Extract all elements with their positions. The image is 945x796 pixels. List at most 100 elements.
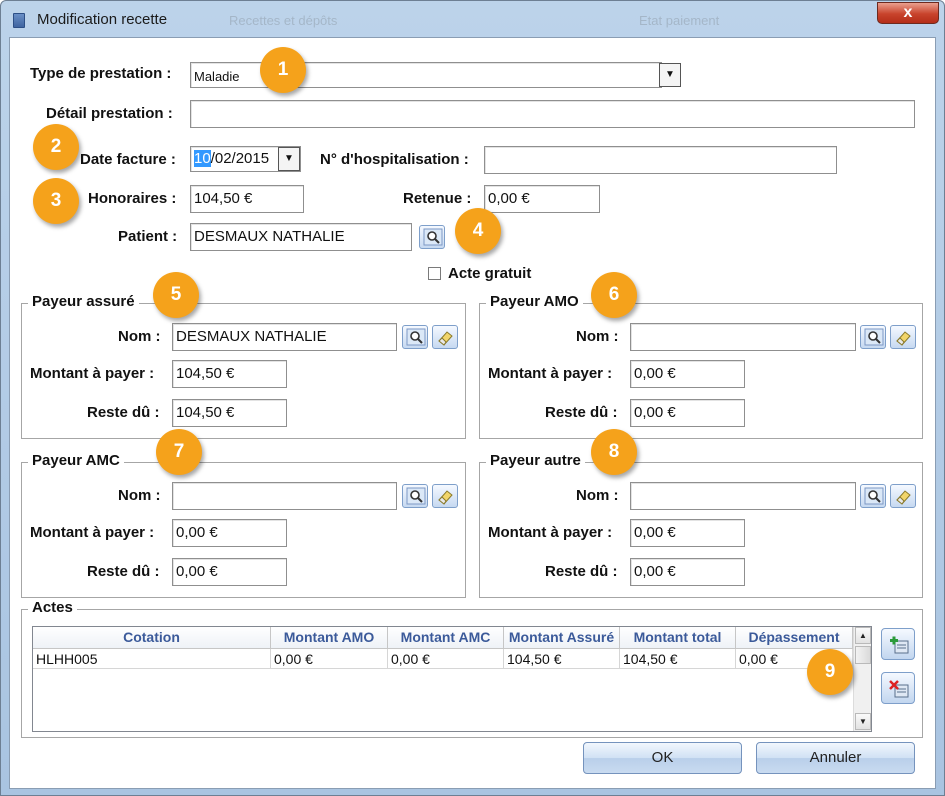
payeur-assure-reste-label: Reste dû : — [87, 404, 160, 421]
payeur-amc-nom-input[interactable] — [172, 482, 397, 510]
ok-button[interactable]: OK — [583, 742, 742, 774]
window-title: Modification recette — [37, 11, 168, 28]
eraser-icon — [896, 490, 911, 505]
search-icon — [864, 328, 884, 346]
column-header-montant-assure[interactable]: Montant Assuré — [504, 627, 620, 648]
patient-label: Patient : — [118, 228, 178, 245]
payeur-amo-search-button[interactable] — [860, 325, 886, 349]
payeur-amc-montant-input[interactable]: 0,00 € — [172, 519, 287, 547]
payeur-amo-reste-input[interactable]: 0,00 € — [630, 399, 745, 427]
payeur-amo-nom-input[interactable] — [630, 323, 856, 351]
payeur-autre-reste-label: Reste dû : — [545, 563, 618, 580]
actes-table: Cotation Montant AMO Montant AMC Montant… — [32, 626, 872, 732]
retenue-input[interactable]: 0,00 € — [484, 185, 600, 213]
type-prestation-value: Maladie — [194, 69, 240, 84]
column-header-montant-total[interactable]: Montant total — [620, 627, 736, 648]
column-header-depassement[interactable]: Dépassement — [736, 627, 853, 648]
table-cell: 0,00 € — [271, 649, 388, 669]
eraser-icon — [896, 331, 911, 346]
search-icon — [406, 328, 426, 346]
type-prestation-dropdown-button[interactable]: ▼ — [659, 63, 681, 87]
scroll-down-button[interactable]: ▼ — [855, 713, 871, 730]
payeur-autre-title: Payeur autre — [486, 452, 585, 469]
patient-search-button[interactable] — [419, 225, 445, 249]
actes-table-header: Cotation Montant AMO Montant AMC Montant… — [33, 627, 853, 649]
payeur-assure-montant-label: Montant à payer : — [30, 365, 155, 382]
payeur-assure-reste-input[interactable]: 104,50 € — [172, 399, 287, 427]
payeur-amo-nom-label: Nom : — [576, 328, 619, 345]
chevron-down-icon: ▼ — [284, 153, 294, 164]
payeur-assure-title: Payeur assuré — [28, 293, 139, 310]
patient-input[interactable]: DESMAUX NATHALIE — [190, 223, 412, 251]
background-item: Etat paiement — [639, 13, 720, 28]
table-cell: 0,00 € — [388, 649, 504, 669]
actes-title: Actes — [28, 599, 77, 616]
title-bar[interactable]: Modification recette Recettes et dépôts … — [1, 1, 944, 37]
annotation-badge: 7 — [156, 429, 202, 475]
payeur-amc-reste-label: Reste dû : — [87, 563, 160, 580]
annotation-badge: 3 — [33, 178, 79, 224]
annotation-badge: 8 — [591, 429, 637, 475]
delete-row-icon — [889, 680, 909, 698]
payeur-autre-nom-label: Nom : — [576, 487, 619, 504]
add-acte-button[interactable] — [881, 628, 915, 660]
arrow-up-icon: ▲ — [859, 631, 867, 640]
chevron-down-icon: ▼ — [665, 69, 675, 80]
date-rest: /02/2015 — [210, 150, 270, 167]
vertical-scrollbar[interactable]: ▲ ▼ — [853, 627, 871, 731]
column-header-montant-amo[interactable]: Montant AMO — [271, 627, 388, 648]
payeur-amc-clear-button[interactable] — [432, 484, 458, 508]
annotation-badge: 9 — [807, 649, 853, 695]
payeur-amc-title: Payeur AMC — [28, 452, 124, 469]
payeur-amo-clear-button[interactable] — [890, 325, 916, 349]
scroll-thumb[interactable] — [855, 646, 871, 664]
annotation-badge: 1 — [260, 47, 306, 93]
payeur-assure-clear-button[interactable] — [432, 325, 458, 349]
honoraires-label: Honoraires : — [88, 190, 177, 207]
payeur-assure-nom-label: Nom : — [118, 328, 161, 345]
payeur-amc-search-button[interactable] — [402, 484, 428, 508]
close-button[interactable]: x — [877, 2, 939, 24]
table-cell: 104,50 € — [620, 649, 736, 669]
table-cell: 104,50 € — [504, 649, 620, 669]
payeur-assure-nom-input[interactable]: DESMAUX NATHALIE — [172, 323, 397, 351]
document-icon — [13, 13, 25, 28]
payeur-autre-reste-input[interactable]: 0,00 € — [630, 558, 745, 586]
scroll-up-button[interactable]: ▲ — [855, 627, 871, 644]
background-item: Recettes et dépôts — [229, 13, 338, 28]
payeur-amc-reste-input[interactable]: 0,00 € — [172, 558, 287, 586]
payeur-amo-montant-label: Montant à payer : — [488, 365, 613, 382]
hospitalisation-input[interactable] — [484, 146, 837, 174]
type-prestation-label: Type de prestation : — [30, 65, 172, 82]
cancel-button[interactable]: Annuler — [756, 742, 915, 774]
payeur-autre-clear-button[interactable] — [890, 484, 916, 508]
detail-prestation-input[interactable] — [190, 100, 915, 128]
date-dropdown-button[interactable]: ▼ — [278, 147, 300, 171]
payeur-autre-montant-input[interactable]: 0,00 € — [630, 519, 745, 547]
date-facture-label: Date facture : — [80, 151, 176, 168]
retenue-label: Retenue : — [403, 190, 472, 207]
payeur-assure-montant-input[interactable]: 104,50 € — [172, 360, 287, 388]
add-row-icon — [890, 636, 909, 654]
search-icon — [864, 487, 884, 505]
detail-prestation-label: Détail prestation : — [46, 105, 173, 122]
annotation-badge: 2 — [33, 124, 79, 170]
column-header-montant-amc[interactable]: Montant AMC — [388, 627, 504, 648]
payeur-autre-montant-label: Montant à payer : — [488, 524, 613, 541]
honoraires-input[interactable]: 104,50 € — [190, 185, 304, 213]
search-icon — [406, 487, 426, 505]
payeur-autre-nom-input[interactable] — [630, 482, 856, 510]
acte-gratuit-label: Acte gratuit — [448, 265, 532, 282]
payeur-amc-nom-label: Nom : — [118, 487, 161, 504]
column-header-cotation[interactable]: Cotation — [33, 627, 271, 648]
payeur-autre-search-button[interactable] — [860, 484, 886, 508]
annotation-badge: 5 — [153, 272, 199, 318]
acte-gratuit-checkbox[interactable] — [428, 267, 441, 280]
payeur-amo-reste-label: Reste dû : — [545, 404, 618, 421]
search-icon — [423, 228, 443, 246]
payeur-amo-montant-input[interactable]: 0,00 € — [630, 360, 745, 388]
table-cell: HLHH005 — [33, 649, 271, 669]
delete-acte-button[interactable] — [881, 672, 915, 704]
payeur-assure-search-button[interactable] — [402, 325, 428, 349]
hospitalisation-label: N° d'hospitalisation : — [320, 151, 469, 168]
